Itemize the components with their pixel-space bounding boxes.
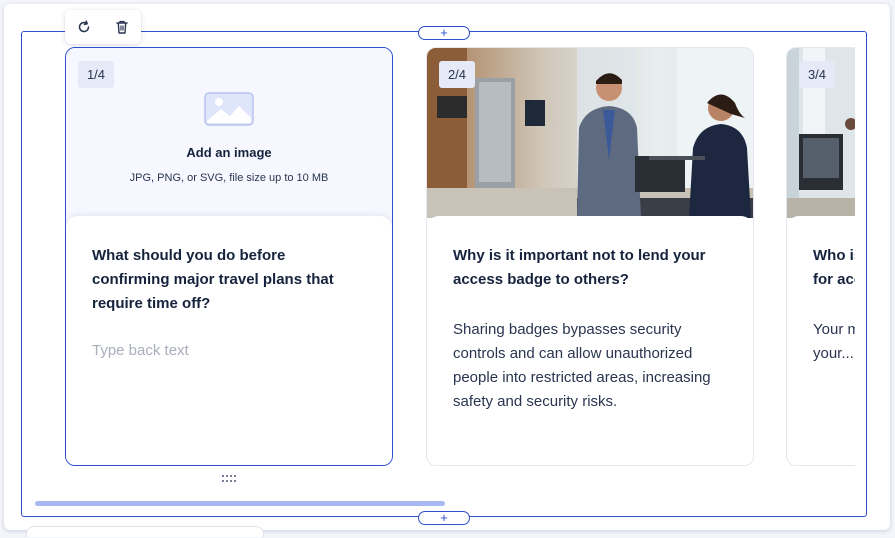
trash-icon <box>116 20 128 34</box>
card-answer[interactable]: Your manager or contact security to your… <box>813 318 855 366</box>
image-upload-area[interactable]: 1/4 Add an image JPG, PNG, or SVG, file … <box>66 48 392 218</box>
rotate-icon <box>78 20 90 33</box>
add-block-below-button[interactable]: + <box>418 511 470 525</box>
card-image: 3/4 <box>787 48 855 218</box>
card-answer[interactable]: Sharing badges bypasses security control… <box>453 318 727 414</box>
plus-icon: + <box>440 510 448 525</box>
card-text-area: Who is responsible if you are asked for … <box>787 216 855 465</box>
upload-hint: JPG, PNG, or SVG, file size up to 10 MB <box>129 172 329 184</box>
add-block-above-button[interactable]: + <box>418 26 470 40</box>
card-question[interactable]: Why is it important not to lend your acc… <box>453 244 727 292</box>
card-index-badge: 2/4 <box>439 61 475 88</box>
block-toolbar <box>65 10 141 44</box>
scrollbar-thumb[interactable] <box>35 501 445 506</box>
flashcard-3[interactable]: 3/4 Who is responsible if you are asked … <box>786 47 855 466</box>
card-image: 2/4 <box>427 48 753 218</box>
card-question[interactable]: What should you do before confirming maj… <box>92 244 366 316</box>
flashcard-1[interactable]: 1/4 Add an image JPG, PNG, or SVG, file … <box>65 47 393 466</box>
flashcard-2[interactable]: 2/4 Why is it important not to lend your… <box>426 47 754 466</box>
carousel-scrollbar[interactable] <box>35 501 855 506</box>
card-text-area: Why is it important not to lend your acc… <box>427 216 753 465</box>
card-index-badge: 3/4 <box>799 61 835 88</box>
image-placeholder-icon <box>204 92 254 126</box>
drag-handle[interactable] <box>222 475 238 483</box>
card-question[interactable]: Who is responsible if you are asked for … <box>813 244 855 292</box>
delete-button[interactable] <box>110 15 134 39</box>
security-checkpoint-photo <box>427 48 753 218</box>
back-text-input[interactable]: Type back text <box>92 342 366 359</box>
add-image-label: Add an image <box>186 145 272 160</box>
next-block-edge <box>26 526 264 537</box>
card-text-area: What should you do before confirming maj… <box>66 216 392 465</box>
cards-carousel: 1/4 Add an image JPG, PNG, or SVG, file … <box>65 47 855 467</box>
card-index-badge: 1/4 <box>78 61 114 88</box>
plus-icon: + <box>440 25 448 40</box>
rotate-button[interactable] <box>72 15 96 39</box>
